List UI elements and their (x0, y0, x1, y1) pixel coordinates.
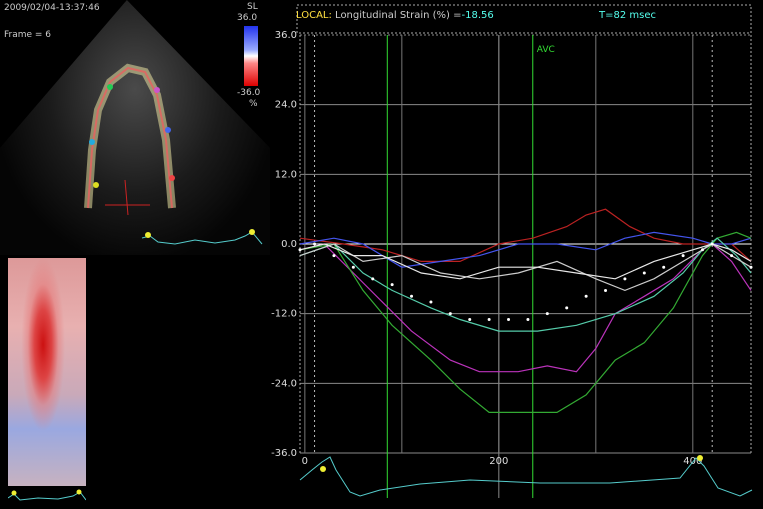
average-strain-point (448, 312, 452, 316)
average-strain-point (681, 254, 685, 258)
y-tick-label: -36.0 (271, 448, 297, 459)
average-strain-point (623, 277, 627, 281)
average-strain-point (701, 248, 705, 252)
series-group (298, 208, 753, 413)
avc-label: AVC (537, 45, 555, 55)
average-strain-point (604, 288, 608, 292)
average-strain-point (371, 277, 375, 281)
average-strain-point (468, 317, 472, 321)
strain-curve (299, 231, 752, 268)
strain-header: LOCAL: Longitudinal Strain (%) =-18.56 T… (296, 10, 656, 21)
average-strain-point (749, 265, 753, 269)
measure-value: -18.56 (461, 10, 494, 21)
grid (300, 34, 751, 498)
mode-label: LOCAL: (296, 10, 332, 21)
average-strain-point (710, 242, 714, 246)
average-strain-point (298, 248, 302, 252)
average-strain-point (390, 283, 394, 287)
average-strain-point (313, 242, 317, 246)
average-strain-point (730, 254, 734, 258)
average-strain-point (642, 271, 646, 275)
average-strain-point (507, 317, 511, 321)
strain-curve (299, 243, 752, 373)
x-tick-label: 0 (302, 456, 308, 467)
y-tick-label: 12.0 (275, 169, 297, 180)
average-strain-point (487, 317, 491, 321)
average-strain-point (429, 300, 433, 304)
average-strain-point (526, 317, 530, 321)
x-tick-label: 200 (489, 456, 508, 467)
y-tick-label: -12.0 (271, 309, 297, 320)
measure-label: Longitudinal Strain (%) = (335, 10, 462, 21)
average-strain-point (545, 312, 549, 316)
average-strain-point (565, 306, 569, 310)
strain-curve (299, 231, 752, 413)
average-strain-point (584, 294, 588, 298)
ecg-marker (320, 466, 326, 472)
average-strain-point (351, 265, 355, 269)
y-tick-label: 36.0 (275, 30, 297, 41)
ecg-marker (697, 455, 703, 461)
strain-chart: 36.024.012.00.0-12.0-24.0-36.00 200 400AVC (271, 4, 753, 498)
axes: 36.024.012.00.0-12.0-24.0-36.00 200 400AVC (271, 30, 752, 467)
average-strain-point (332, 254, 336, 258)
time-value: T=82 msec (599, 10, 656, 21)
strain-curve (299, 208, 752, 262)
average-strain-point (662, 265, 666, 269)
y-tick-label: 0.0 (281, 239, 297, 250)
average-strain-point (410, 294, 414, 298)
y-tick-label: -24.0 (271, 378, 297, 389)
y-tick-label: 24.0 (275, 100, 297, 111)
